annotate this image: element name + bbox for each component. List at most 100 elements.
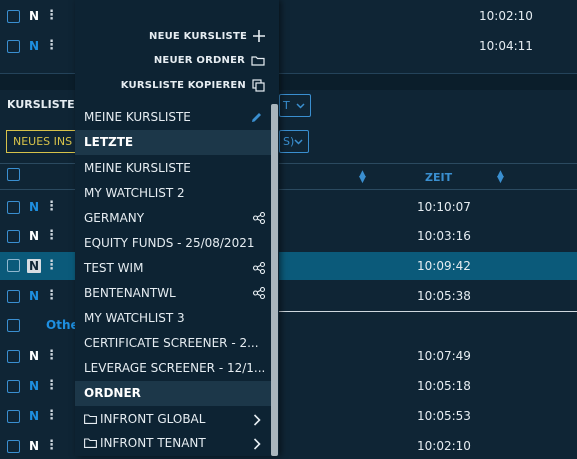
row-menu-icon[interactable]: ⋮	[45, 348, 58, 363]
group-checkbox[interactable]	[7, 319, 20, 332]
row-checkbox[interactable]	[7, 259, 20, 272]
new-folder-label: NEUER ORDNER	[153, 55, 245, 66]
row-menu-icon[interactable]: ⋮	[45, 378, 58, 393]
row-menu-icon[interactable]: ⋮	[45, 228, 58, 243]
time-cell: 10:07:49	[417, 349, 471, 363]
folder-item[interactable]: INFRONT GLOBAL	[75, 407, 271, 432]
select-all-checkbox[interactable]	[7, 168, 20, 181]
recent-section-header: LETZTE	[75, 130, 271, 155]
recent-list-item[interactable]: TEST WIM	[75, 256, 271, 281]
copy-list-label: KURSLISTE KOPIEREN	[120, 80, 246, 91]
exchange-flag: N	[29, 289, 40, 303]
time-cell: 10:05:38	[417, 289, 471, 303]
row-checkbox[interactable]	[7, 201, 20, 214]
recent-list-label: GERMANY	[84, 211, 145, 225]
time-cell: 10:05:53	[417, 409, 471, 423]
recent-list-item[interactable]: EQUITY FUNDS - 25/08/2021	[75, 231, 271, 256]
filter-dropdown[interactable]: S)	[279, 130, 309, 153]
folder-label: INFRONT TENANT	[100, 436, 206, 450]
recent-list-label: LEVERAGE SCREENER - 12/1...	[84, 361, 266, 375]
row-menu-icon[interactable]: ⋮	[45, 199, 58, 214]
recent-list-item[interactable]: MY WATCHLIST 2	[75, 181, 271, 206]
exchange-flag: N	[29, 200, 40, 214]
recent-list-item[interactable]: CERTIFICATE SCREENER - 2...	[75, 331, 271, 356]
sort-icon[interactable]: ▲ ▼	[359, 170, 366, 185]
recent-list-item[interactable]: MEINE KURSLISTE	[75, 156, 271, 181]
share-icon	[253, 212, 265, 224]
time-cell: 10:05:18	[417, 379, 471, 393]
new-list-label: NEUE KURSLISTE	[149, 30, 247, 42]
exchange-flag: N	[29, 9, 40, 23]
current-list-label: MEINE KURSLISTE	[84, 110, 191, 124]
row-checkbox[interactable]	[7, 230, 20, 243]
time-cell: 10:09:42	[417, 259, 471, 273]
list-dropdown[interactable]: T	[279, 94, 311, 117]
folder-icon	[251, 56, 265, 66]
current-list-item[interactable]: MEINE KURSLISTE	[75, 105, 271, 130]
row-menu-icon[interactable]: ⋮	[45, 408, 58, 423]
copy-icon	[252, 79, 265, 92]
new-instrument-label: NEUES INS	[13, 135, 73, 148]
column-header-time[interactable]: ZEIT	[425, 171, 452, 184]
row-menu-icon[interactable]: ⋮	[45, 438, 58, 453]
exchange-flag: N	[29, 409, 40, 423]
exchange-flag: N	[29, 39, 40, 53]
new-instrument-button[interactable]: NEUES INS	[6, 130, 76, 153]
folders-section-header: ORDNER	[75, 381, 271, 406]
row-checkbox[interactable]	[7, 40, 20, 53]
row-menu-icon[interactable]: ⋮	[45, 288, 58, 303]
watchlist-menu: NEUE KURSLISTE NEUER ORDNER KURSLISTE KO…	[75, 0, 279, 456]
plus-icon	[253, 30, 265, 42]
recent-list-label: MY WATCHLIST 3	[84, 311, 185, 325]
edit-pencil-icon[interactable]	[250, 111, 263, 124]
recent-list-item[interactable]: GERMANY	[75, 206, 271, 231]
exchange-flag: N	[29, 379, 40, 393]
chevron-right-icon	[253, 438, 261, 450]
time-cell: 10:02:10	[479, 9, 533, 23]
copy-list-action[interactable]: KURSLISTE KOPIEREN	[121, 79, 265, 92]
new-folder-action[interactable]: NEUER ORDNER	[154, 55, 265, 66]
row-checkbox[interactable]	[7, 10, 20, 23]
row-menu-icon[interactable]: ⋮	[45, 258, 58, 273]
chevron-right-icon	[253, 414, 261, 426]
exchange-flag: N	[27, 259, 42, 273]
share-icon	[253, 287, 265, 299]
chevron-down-icon	[294, 139, 303, 145]
row-checkbox[interactable]	[7, 410, 20, 423]
exchange-flag: N	[29, 439, 40, 453]
recent-list-label: MEINE KURSLISTE	[84, 161, 191, 175]
row-checkbox[interactable]	[7, 380, 20, 393]
row-menu-icon[interactable]: ⋮	[45, 38, 58, 53]
new-list-action[interactable]: NEUE KURSLISTE	[149, 30, 265, 42]
time-cell: 10:02:10	[417, 439, 471, 453]
time-cell: 10:03:16	[417, 229, 471, 243]
folder-icon	[84, 414, 97, 424]
folder-icon	[84, 438, 97, 448]
recent-list-label: CERTIFICATE SCREENER - 2...	[84, 336, 259, 350]
chevron-down-icon	[296, 103, 305, 109]
recent-list-label: EQUITY FUNDS - 25/08/2021	[84, 236, 255, 250]
row-checkbox[interactable]	[7, 440, 20, 453]
group-label[interactable]: Othe	[46, 318, 79, 332]
filter-dropdown-label: S)	[283, 135, 295, 148]
row-checkbox[interactable]	[7, 290, 20, 303]
row-menu-icon[interactable]: ⋮	[45, 8, 58, 23]
folder-item[interactable]: INFRONT TENANT	[75, 431, 271, 456]
recent-list-label: BENTENANTWL	[84, 286, 176, 300]
row-checkbox[interactable]	[7, 350, 20, 363]
menu-scrollbar[interactable]	[271, 104, 278, 456]
recent-list-label: MY WATCHLIST 2	[84, 186, 185, 200]
recent-list-item[interactable]: LEVERAGE SCREENER - 12/1...	[75, 356, 271, 381]
folder-label: INFRONT GLOBAL	[100, 412, 206, 426]
group-divider	[279, 311, 577, 312]
exchange-flag: N	[29, 229, 40, 243]
time-cell: 10:10:07	[417, 200, 471, 214]
recent-list-item[interactable]: BENTENANTWL	[75, 281, 271, 306]
sort-icon[interactable]: ▲ ▼	[497, 170, 504, 185]
recent-list-item[interactable]: MY WATCHLIST 3	[75, 306, 271, 331]
exchange-flag: N	[29, 349, 40, 363]
recent-list-label: TEST WIM	[84, 261, 144, 275]
share-icon	[253, 262, 265, 274]
panel-title: KURSLISTE	[7, 98, 75, 111]
time-cell: 10:04:11	[479, 39, 533, 53]
